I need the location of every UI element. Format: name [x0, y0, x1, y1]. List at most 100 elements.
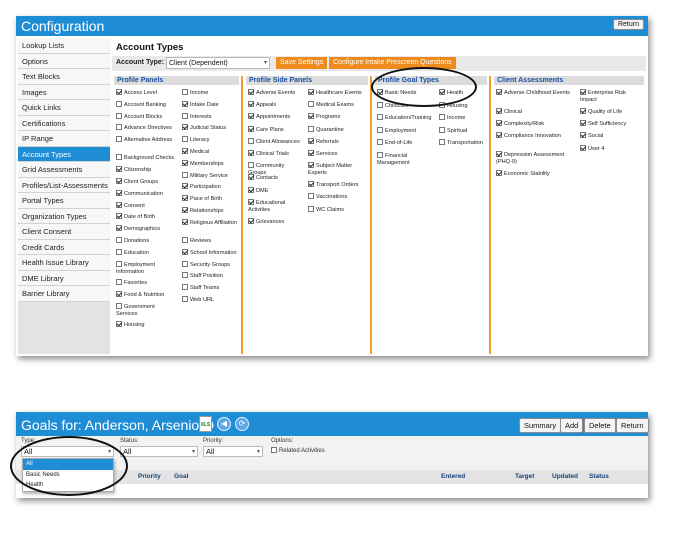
checkbox-item[interactable]: Spiritual [439, 126, 485, 135]
checked-checkbox[interactable] [116, 166, 122, 173]
refresh-icon[interactable]: ⟳ [235, 417, 249, 431]
checkbox-item[interactable]: Participation [182, 183, 238, 191]
sidebar-item[interactable]: Barrier Library [18, 286, 110, 302]
checkbox-item[interactable]: Background Checks [116, 154, 176, 162]
checkbox-item[interactable]: Government Services [116, 302, 176, 318]
checkbox-item[interactable]: Referrals [308, 137, 364, 146]
sidebar-item[interactable]: DME Library [18, 270, 110, 286]
delete-button[interactable]: Delete [584, 418, 616, 433]
unchecked-checkbox[interactable] [182, 89, 188, 95]
unchecked-checkbox[interactable] [182, 136, 188, 143]
checked-checkbox[interactable] [182, 159, 188, 166]
sidebar-item[interactable]: IP Range [18, 131, 110, 147]
excel-export-icon[interactable]: XLS [199, 416, 212, 432]
unchecked-checkbox[interactable] [116, 278, 122, 285]
checkbox-item[interactable]: Relationships [182, 207, 238, 215]
checkbox-item[interactable]: Clinical [496, 107, 576, 116]
checkbox-item[interactable]: Demographics [116, 225, 176, 233]
checkbox-item[interactable]: Communication [116, 189, 176, 198]
checked-checkbox[interactable] [580, 144, 586, 151]
checkbox-item[interactable]: Employment [377, 126, 437, 135]
sidebar-item[interactable]: Quick Links [18, 100, 110, 116]
checked-checkbox[interactable] [182, 100, 188, 107]
checked-checkbox[interactable] [308, 162, 314, 169]
unchecked-checkbox[interactable] [116, 112, 122, 119]
unchecked-checkbox[interactable] [116, 154, 122, 161]
unchecked-checkbox[interactable] [377, 152, 383, 158]
checkbox-item[interactable]: Care Plans [248, 125, 304, 134]
checkbox-item[interactable]: Housing [116, 320, 176, 329]
unchecked-checkbox[interactable] [116, 237, 122, 244]
summary-button[interactable]: Summary [519, 418, 562, 433]
checkbox-item[interactable]: Account Banking [116, 100, 176, 109]
checkbox-item[interactable]: DME [248, 186, 304, 195]
unchecked-checkbox[interactable] [116, 100, 122, 107]
column-goal[interactable]: Goal [174, 473, 188, 480]
checkbox-item[interactable]: Staff Position [182, 272, 238, 280]
checkbox-item[interactable]: Memberships [182, 159, 238, 168]
unchecked-checkbox[interactable] [248, 162, 254, 169]
unchecked-checkbox[interactable] [377, 126, 383, 133]
checked-checkbox[interactable] [377, 89, 383, 95]
checkbox-item[interactable]: Appeals [248, 101, 304, 109]
column-target[interactable]: Target [515, 473, 534, 480]
checked-checkbox[interactable] [308, 181, 314, 188]
checked-checkbox[interactable] [116, 213, 122, 220]
checkbox-item[interactable]: Account Blocks [116, 112, 176, 121]
checkbox-item[interactable]: Economic Stability [496, 170, 576, 178]
checkbox-item[interactable]: Health [439, 89, 485, 97]
sidebar-item[interactable]: Certifications [18, 115, 110, 131]
status-select[interactable]: All ▾ [120, 446, 198, 457]
checked-checkbox[interactable] [248, 101, 254, 108]
unchecked-checkbox[interactable] [182, 296, 188, 303]
checkbox-item[interactable]: Donations [116, 237, 176, 245]
checkbox-item[interactable]: Pace of Birth [182, 195, 238, 203]
checked-checkbox[interactable] [182, 148, 188, 154]
checkbox-item[interactable]: Interests [182, 112, 238, 121]
sidebar-item[interactable]: Lookup Lists [18, 38, 110, 54]
column-status[interactable]: Status [589, 473, 609, 480]
checked-checkbox[interactable] [248, 113, 254, 120]
unchecked-checkbox[interactable] [377, 114, 383, 121]
checkbox-item[interactable]: Financial Management [377, 152, 437, 167]
checkbox-item[interactable]: Educational Activities [248, 198, 304, 214]
back-icon[interactable]: ◀ [217, 417, 231, 431]
checkbox-item[interactable]: Healthcare Events [308, 89, 364, 97]
type-option[interactable]: All [23, 459, 113, 470]
checkbox-item[interactable]: Transportation [439, 139, 485, 147]
sidebar-item[interactable]: Client Consent [18, 224, 110, 240]
return-button[interactable]: Return [612, 19, 644, 30]
checkbox-item[interactable]: Literacy [182, 136, 238, 144]
unchecked-checkbox[interactable] [182, 171, 188, 178]
checkbox-item[interactable]: Complexity/Risk [496, 120, 576, 128]
checkbox-item[interactable]: Religious Affiliation [182, 218, 238, 227]
checked-checkbox[interactable] [580, 107, 586, 114]
checkbox-item[interactable]: Adverse Events [248, 89, 304, 97]
checkbox-item[interactable]: Quarantine [308, 125, 364, 134]
sidebar-item[interactable]: Grid Assessments [18, 162, 110, 178]
checkbox-item[interactable]: Consent [116, 201, 176, 210]
return-button[interactable]: Return [616, 418, 649, 433]
checkbox-item[interactable]: Childcare [377, 101, 437, 110]
unchecked-checkbox[interactable] [116, 136, 122, 143]
unchecked-checkbox[interactable] [182, 260, 188, 267]
checkbox-item[interactable]: Adverse Childhood Events [496, 89, 576, 97]
sidebar-item[interactable]: Images [18, 84, 110, 100]
unchecked-checkbox[interactable] [182, 284, 188, 291]
priority-select[interactable]: All ▾ [203, 446, 263, 457]
sidebar-item[interactable]: Health Issue Library [18, 255, 110, 271]
checkbox-item[interactable]: Transport Orders [308, 181, 364, 189]
checkbox-item[interactable]: Client Groups [116, 178, 176, 186]
unchecked-checkbox[interactable] [439, 126, 445, 133]
checkbox-item[interactable]: Medical [182, 148, 238, 156]
checkbox-item[interactable]: Favorites [116, 278, 176, 287]
unchecked-checkbox[interactable] [439, 114, 445, 121]
checked-checkbox[interactable] [308, 89, 314, 95]
checked-checkbox[interactable] [248, 174, 254, 181]
checkbox-item[interactable]: Advance Directives [116, 124, 176, 132]
unchecked-checkbox[interactable] [182, 272, 188, 279]
unchecked-checkbox[interactable] [377, 101, 383, 108]
checkbox-item[interactable]: Subject Matter Experts [308, 162, 364, 177]
checkbox-item[interactable]: Appointments [248, 113, 304, 121]
checked-checkbox[interactable] [116, 225, 122, 232]
